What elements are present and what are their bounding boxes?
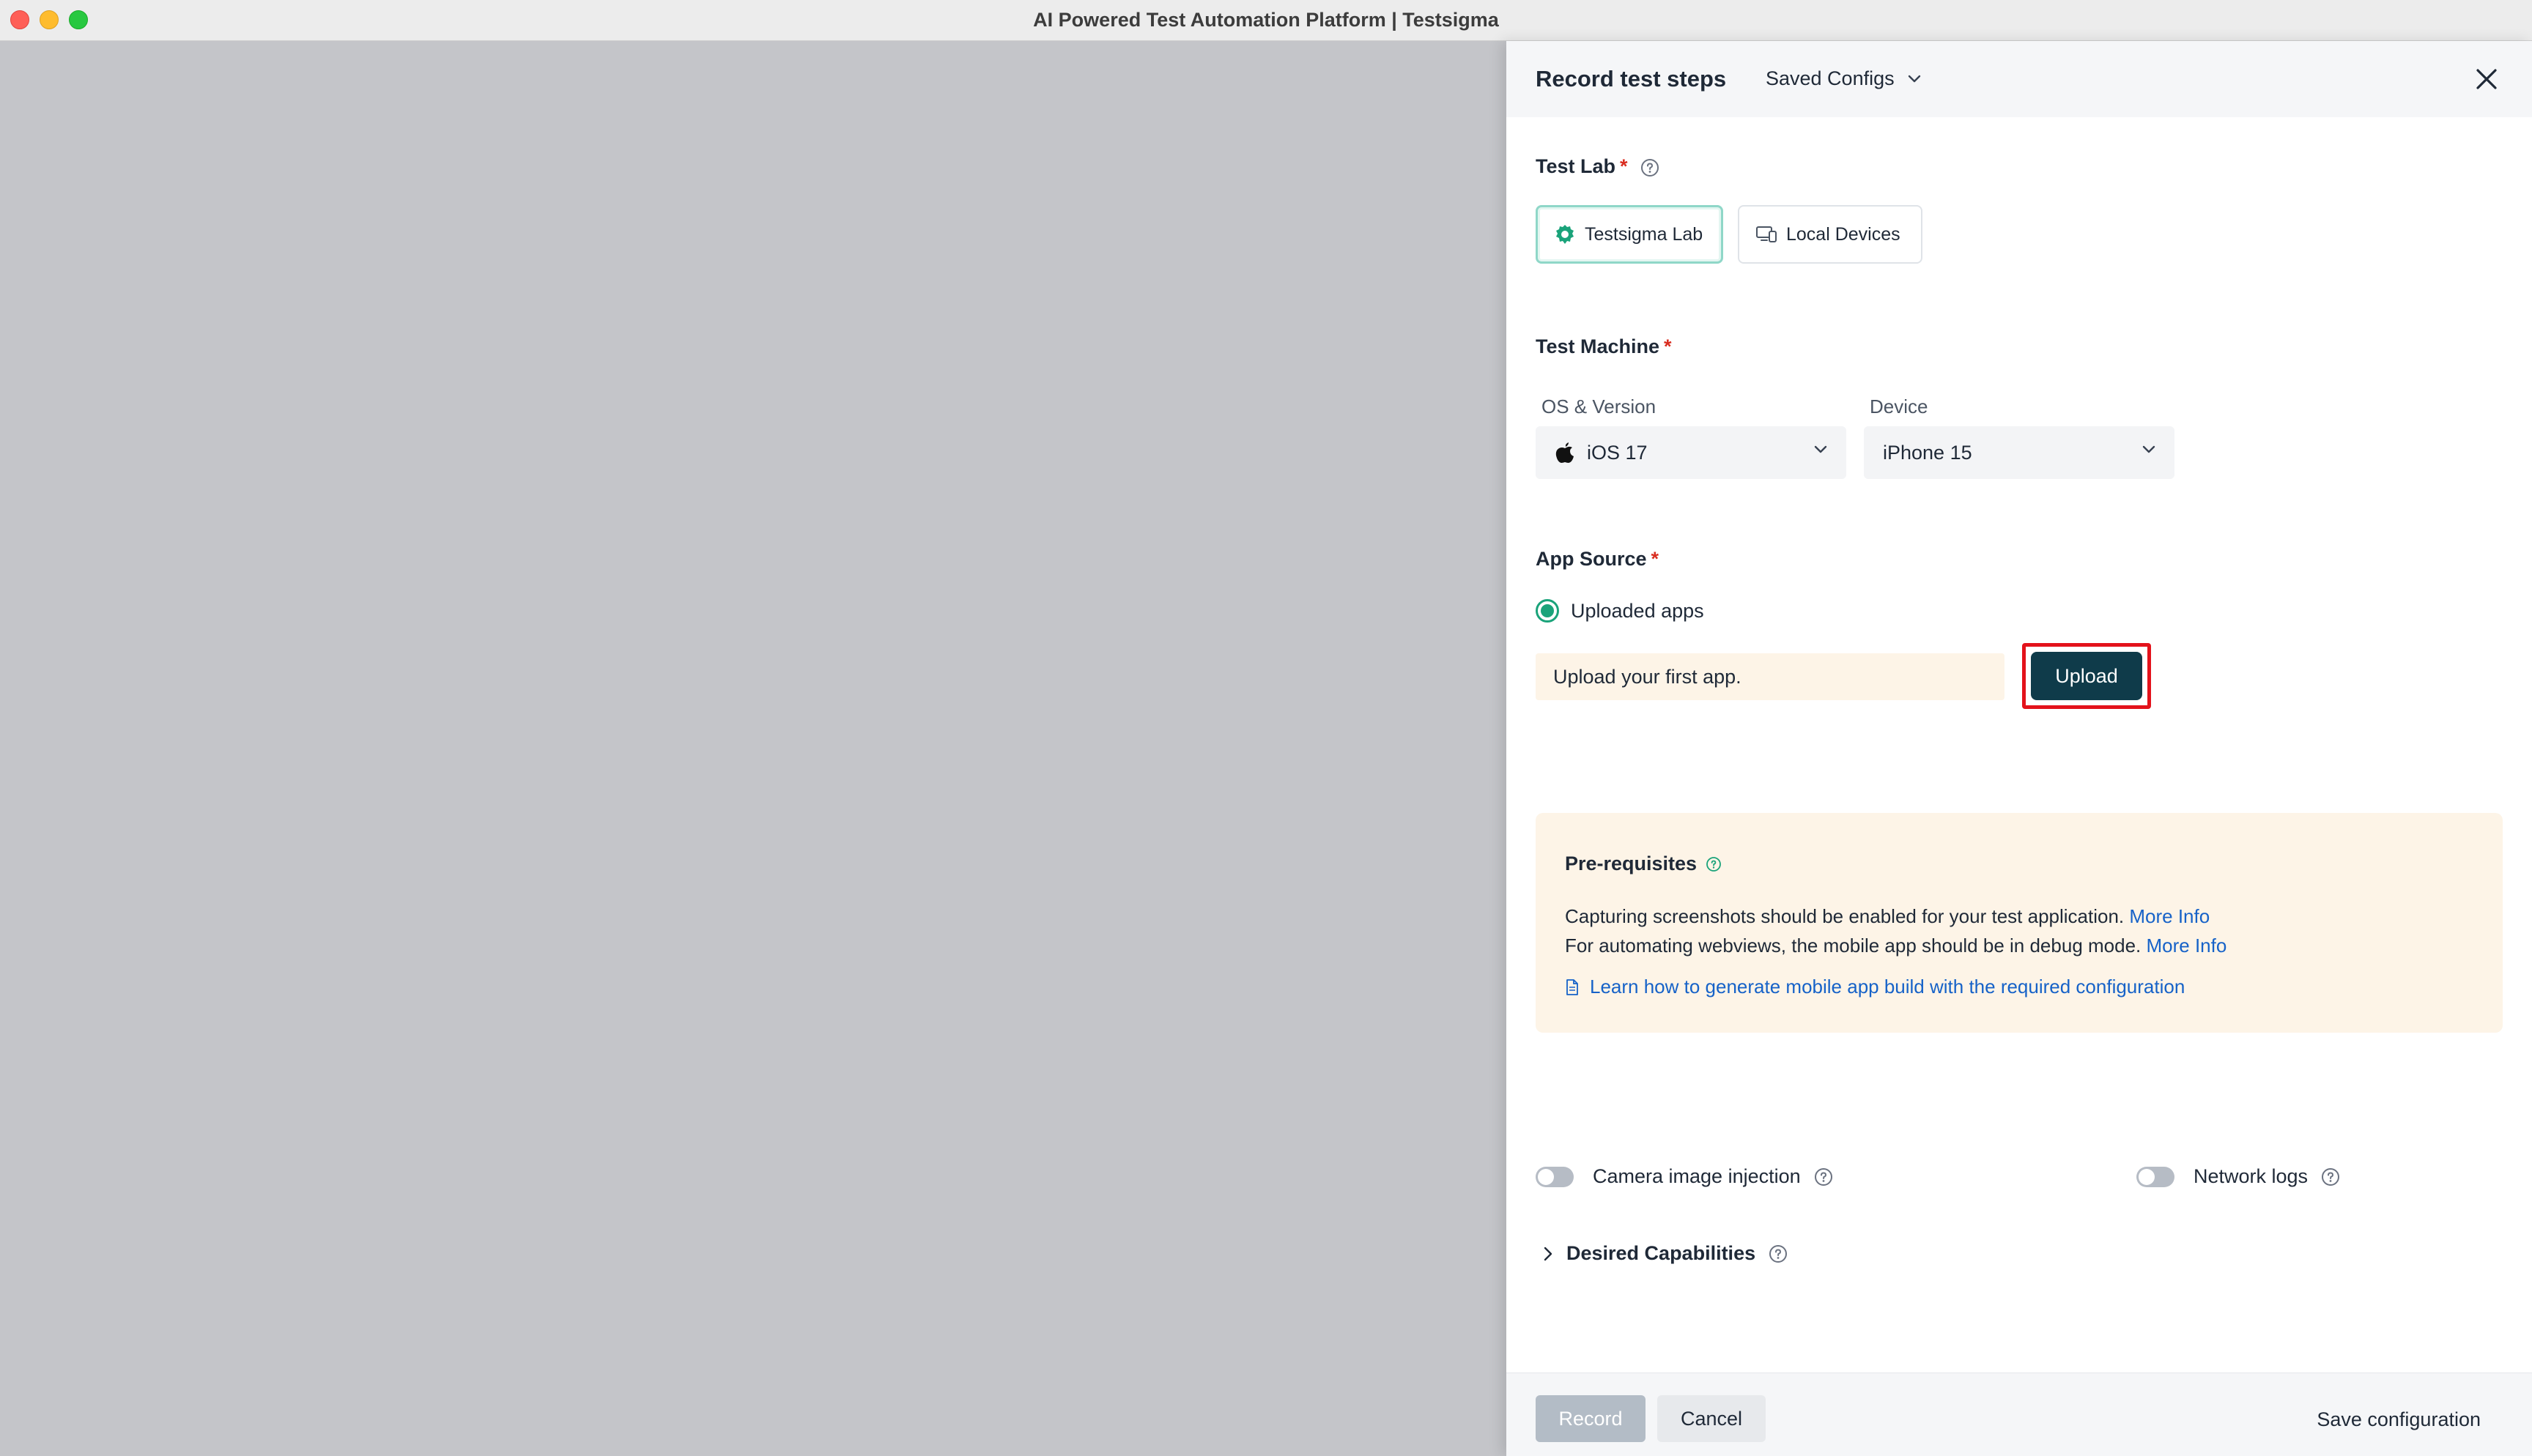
chevron-right-icon bbox=[1544, 1247, 1552, 1260]
testsigma-lab-label: Testsigma Lab bbox=[1585, 223, 1703, 245]
network-logs-toggle[interactable] bbox=[2136, 1166, 2174, 1187]
help-icon[interactable] bbox=[1706, 856, 1722, 872]
device-value: iPhone 15 bbox=[1883, 441, 1972, 464]
drawer-header: Record test steps Saved Configs bbox=[1506, 41, 2532, 117]
os-version-select[interactable]: iOS 17 bbox=[1536, 426, 1846, 479]
upload-button[interactable]: Upload bbox=[2031, 652, 2142, 700]
os-version-value: iOS 17 bbox=[1587, 441, 1648, 464]
required-mark: * bbox=[1620, 155, 1628, 177]
drawer-title: Record test steps bbox=[1536, 66, 1727, 92]
test-lab-label-text: Test Lab bbox=[1536, 155, 1616, 177]
help-icon[interactable] bbox=[1814, 1167, 1833, 1186]
gear-icon bbox=[1556, 225, 1574, 244]
prerequisites-panel: Pre-requisites Capturing screenshots sho… bbox=[1536, 813, 2503, 1033]
os-version-label: OS & Version bbox=[1541, 395, 1656, 417]
devices-icon bbox=[1756, 226, 1777, 242]
help-icon[interactable] bbox=[1769, 1244, 1788, 1263]
upload-hint-text: Upload your first app. bbox=[1553, 665, 1741, 688]
prerequisite-screenshots: Capturing screenshots should be enabled … bbox=[1565, 905, 2210, 928]
upload-hint-box: Upload your first app. bbox=[1536, 653, 2004, 700]
record-test-steps-drawer: Record test steps Saved Configs Test Lab… bbox=[1506, 41, 2532, 1456]
desired-capabilities-toggle[interactable]: Desired Capabilities bbox=[1543, 1242, 1788, 1265]
radio-selected-icon[interactable] bbox=[1536, 599, 1559, 623]
camera-image-injection-row: Camera image injection bbox=[1536, 1165, 1833, 1188]
test-machine-label-text: Test Machine bbox=[1536, 335, 1660, 357]
app-source-label: App Source * bbox=[1536, 548, 1659, 571]
prerequisite-webviews-text: For automating webviews, the mobile app … bbox=[1565, 935, 2142, 957]
prerequisite-webviews: For automating webviews, the mobile app … bbox=[1565, 935, 2226, 957]
local-devices-option[interactable]: Local Devices bbox=[1738, 205, 1922, 264]
required-mark: * bbox=[1664, 335, 1672, 357]
uploaded-apps-radio[interactable]: Uploaded apps bbox=[1536, 599, 1704, 623]
save-configuration-button[interactable]: Save configuration bbox=[2317, 1408, 2481, 1431]
window-titlebar: AI Powered Test Automation Platform | Te… bbox=[0, 0, 2532, 41]
prerequisites-title: Pre-requisites bbox=[1565, 853, 1722, 875]
chevron-down-icon bbox=[1908, 75, 1920, 82]
app-source-label-text: App Source bbox=[1536, 548, 1647, 570]
local-devices-label: Local Devices bbox=[1786, 223, 1900, 245]
learn-build-config-link[interactable]: Learn how to generate mobile app build w… bbox=[1565, 976, 2185, 998]
prerequisite-screenshots-text: Capturing screenshots should be enabled … bbox=[1565, 905, 2125, 927]
apple-icon bbox=[1555, 442, 1574, 463]
document-icon bbox=[1566, 978, 1578, 995]
help-icon[interactable] bbox=[1640, 158, 1659, 177]
network-logs-label: Network logs bbox=[2194, 1165, 2309, 1187]
device-label: Device bbox=[1870, 395, 1928, 417]
saved-configs-dropdown[interactable]: Saved Configs bbox=[1766, 67, 1921, 90]
camera-image-injection-toggle[interactable] bbox=[1536, 1166, 1574, 1187]
record-button[interactable]: Record bbox=[1536, 1395, 1646, 1442]
close-icon[interactable] bbox=[2470, 63, 2503, 95]
chevron-down-icon bbox=[2142, 445, 2155, 453]
prerequisites-title-text: Pre-requisites bbox=[1565, 853, 1698, 874]
testsigma-lab-option[interactable]: Testsigma Lab bbox=[1536, 205, 1723, 264]
drawer-footer: Record Cancel Save configuration bbox=[1506, 1373, 2532, 1456]
learn-build-config-text: Learn how to generate mobile app build w… bbox=[1590, 976, 2185, 998]
test-machine-label: Test Machine * bbox=[1536, 335, 1672, 358]
camera-image-injection-label: Camera image injection bbox=[1593, 1165, 1801, 1187]
window-title: AI Powered Test Automation Platform | Te… bbox=[1033, 9, 1499, 31]
more-info-link[interactable]: More Info bbox=[2147, 935, 2227, 957]
modal-backdrop[interactable] bbox=[0, 41, 1506, 1456]
device-select[interactable]: iPhone 15 bbox=[1864, 426, 2174, 479]
help-icon[interactable] bbox=[2321, 1167, 2340, 1186]
network-logs-row: Network logs bbox=[2136, 1165, 2340, 1188]
desired-capabilities-label: Desired Capabilities bbox=[1566, 1242, 1756, 1264]
chevron-down-icon bbox=[1814, 445, 1827, 453]
uploaded-apps-label: Uploaded apps bbox=[1571, 599, 1704, 622]
saved-configs-label: Saved Configs bbox=[1766, 67, 1895, 89]
test-lab-label: Test Lab * bbox=[1536, 155, 1659, 178]
cancel-button[interactable]: Cancel bbox=[1657, 1395, 1766, 1442]
more-info-link[interactable]: More Info bbox=[2129, 905, 2210, 927]
required-mark: * bbox=[1651, 548, 1659, 570]
